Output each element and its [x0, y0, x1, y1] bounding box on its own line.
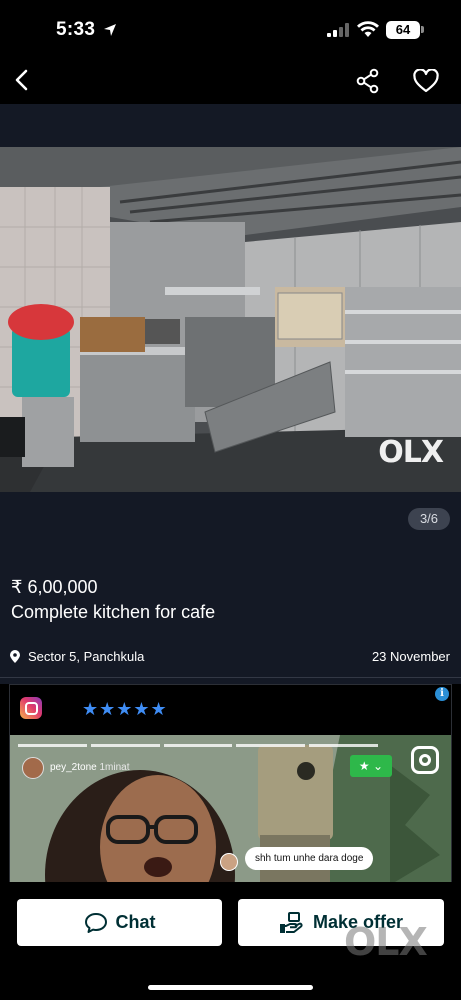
ad-video[interactable]: pey_2tone 1minat ★ ⌄ shh tum unhe dara d…	[10, 735, 451, 883]
cellular-signal-icon	[327, 23, 349, 37]
make-offer-button[interactable]: Make offer	[238, 899, 444, 946]
back-button[interactable]	[6, 64, 38, 96]
share-button[interactable]	[352, 65, 384, 97]
instagram-icon	[411, 746, 439, 774]
action-bar: Chat Make offer	[0, 882, 461, 1000]
favorite-button[interactable]	[410, 65, 442, 97]
divider	[0, 677, 461, 678]
location-pin-icon	[10, 650, 20, 663]
status-time: 5:33	[56, 19, 96, 40]
chat-button[interactable]: Chat	[17, 899, 222, 946]
status-bar: 5:33 64	[0, 0, 461, 56]
home-indicator[interactable]	[148, 985, 313, 990]
location-text: Sector 5, Panchkula	[28, 649, 145, 664]
photo-counter-badge: 3/6	[408, 508, 450, 530]
comment-bubble: shh tum unhe dara doge	[245, 847, 374, 870]
chat-button-label: Chat	[115, 912, 156, 932]
ad-rating-stars: ★★★★★	[82, 699, 168, 719]
nav-bar	[0, 56, 461, 104]
chat-bubble-icon	[84, 912, 107, 933]
listing-title: Complete kitchen for cafe	[11, 602, 216, 622]
ad-username: pey_2tone 1minat	[50, 762, 130, 773]
listing-photo[interactable]: OLX	[0, 147, 461, 492]
instagram-logo-icon	[20, 697, 42, 719]
share-icon	[356, 68, 379, 94]
wifi-icon	[357, 21, 379, 37]
story-progress-bar	[18, 744, 378, 747]
comment-avatar	[220, 853, 238, 871]
listing-price: ₹ 6,00,000	[11, 577, 98, 597]
location-arrow-icon	[104, 24, 116, 36]
hand-offer-icon	[279, 911, 303, 933]
battery-indicator: 64	[386, 21, 420, 39]
heart-icon	[413, 69, 439, 93]
chevron-left-icon	[15, 69, 28, 91]
listing-date: 23 November	[371, 649, 450, 664]
avatar	[22, 757, 44, 779]
star-dropdown-button[interactable]: ★ ⌄	[350, 755, 392, 777]
battery-cap	[421, 26, 424, 33]
advertisement[interactable]: i ★★★★★ pey_2tone 1minat ★ ⌄ shh tum unh…	[9, 684, 452, 884]
make-offer-button-label: Make offer	[312, 912, 404, 932]
listing-detail: OLX 3/6 ₹ 6,00,000 Complete kitchen for …	[0, 104, 461, 684]
ad-info-icon[interactable]: i	[435, 687, 449, 701]
olx-watermark-logo: OLX	[378, 435, 444, 470]
listing-location: Sector 5, Panchkula	[10, 649, 144, 664]
